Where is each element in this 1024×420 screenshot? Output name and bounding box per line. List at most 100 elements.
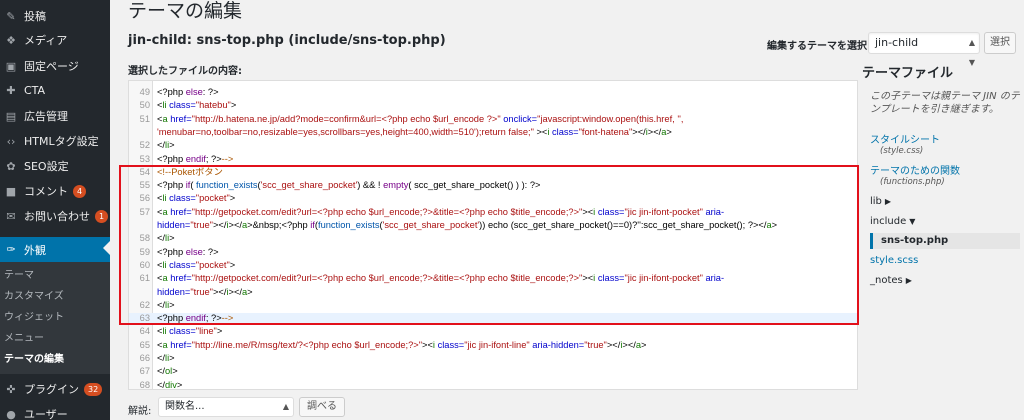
- code-token: ; ?>: [205, 153, 222, 164]
- code-line[interactable]: 57 <a href="http://getpocket.com/edit?ur…: [129, 206, 857, 218]
- code-line[interactable]: 54 <!--Poketボタン: [129, 166, 857, 178]
- submenu-item-customize[interactable]: カスタマイズ: [4, 289, 64, 305]
- sidebar-item-comments[interactable]: ■ コメント 4: [0, 179, 110, 203]
- code-token: : ?>: [202, 246, 219, 257]
- folder-notes[interactable]: _notes ▶: [870, 275, 912, 286]
- code-line[interactable]: 65 <a href="http://line.me/R/msg/text/?<…: [129, 340, 857, 351]
- code-line[interactable]: 55 <?php if( function_exists('scc_get_sh…: [129, 180, 857, 191]
- code-token: <?php: [157, 87, 186, 97]
- documentation-label: 解説:: [128, 406, 152, 417]
- submenu-item-theme-editor[interactable]: テーマの編集: [4, 352, 64, 368]
- sidebar-item-appearance[interactable]: ✑ 外観: [0, 237, 110, 262]
- sidebar-item-label: CTA: [24, 83, 46, 97]
- code-token: ></: [228, 220, 242, 230]
- code-token: </: [157, 353, 166, 363]
- mail-icon: ✉: [6, 209, 16, 223]
- child-theme-note: この子テーマは親テーマ JIN のテンプレートを引き継ぎます。: [870, 91, 1020, 115]
- code-token: ( scc_get_share_pocket() ) ): ?>: [408, 180, 541, 191]
- code-token: >: [169, 140, 175, 151]
- code-line[interactable]: 'menubar=no,toolbar=no,resizable=yes,scr…: [129, 126, 857, 138]
- code-line[interactable]: 61 <a href="http://getpocket.com/edit?ur…: [129, 273, 857, 284]
- code-line[interactable]: 58 </li>: [129, 233, 857, 244]
- code-text: <?php else: ?>: [157, 87, 219, 98]
- file-link-style-scss[interactable]: style.scss: [870, 255, 918, 266]
- code-token: >: [216, 326, 223, 337]
- select-button[interactable]: 選択: [984, 32, 1016, 54]
- code-token: ></: [647, 126, 662, 137]
- code-text: <li class="hatebu">: [157, 100, 236, 111]
- sidebar-item-media[interactable]: ❖ メディア: [0, 28, 110, 52]
- sidebar-item-html-tags[interactable]: ‹› HTMLタグ設定: [0, 129, 110, 153]
- code-line[interactable]: 68 </div>: [129, 380, 857, 389]
- code-token: >: [172, 366, 178, 377]
- folder-lib[interactable]: lib ▶: [870, 196, 891, 207]
- line-number: 67: [139, 366, 150, 377]
- code-icon: ‹›: [6, 134, 16, 148]
- sidebar-item-contact[interactable]: ✉ お問い合わせ 1: [0, 204, 110, 228]
- theme-select[interactable]: jin-child ▲ ▼: [868, 32, 980, 67]
- folder-include[interactable]: include ▼: [870, 216, 915, 227]
- sidebar-item-seo[interactable]: ✿ SEO設定: [0, 154, 110, 178]
- line-number: 66: [139, 353, 150, 363]
- code-line[interactable]: 51 <a href="http://b.hatena.ne.jp/add?mo…: [129, 114, 857, 125]
- code-token: >: [666, 126, 672, 137]
- code-line[interactable]: 66 </li>: [129, 353, 857, 364]
- line-number: 54: [139, 166, 150, 177]
- code-token: ) && !: [357, 180, 384, 191]
- sidebar-item-label: 外観: [24, 243, 46, 257]
- code-line[interactable]: 62 </li>: [129, 300, 857, 311]
- code-token: else: [185, 246, 203, 257]
- code-line[interactable]: 60 <li class="pocket">: [129, 259, 857, 271]
- sidebar-item-pages[interactable]: ▣ 固定ページ: [0, 54, 110, 78]
- code-line[interactable]: 63 <?php endif; ?>-->: [129, 313, 857, 325]
- code-line[interactable]: 56 <li class="pocket">: [129, 193, 857, 204]
- code-line[interactable]: 64 <li class="line">: [129, 326, 857, 337]
- code-line[interactable]: hidden="true"></i></a>&nbsp;<?php if(fun…: [129, 220, 857, 231]
- submenu-item-themes[interactable]: テーマ: [4, 268, 34, 284]
- theme-select-value: jin-child: [875, 36, 919, 49]
- sidebar-item-plugins[interactable]: ✜ プラグイン 32: [0, 377, 110, 401]
- file-content-label: 選択したファイルの内容:: [128, 66, 242, 77]
- code-token: class=: [166, 326, 196, 337]
- code-token: href=: [167, 206, 192, 217]
- code-line[interactable]: 59 <?php else: ?>: [129, 246, 857, 258]
- code-text: </li>: [157, 300, 175, 311]
- code-line[interactable]: 53 <?php endif; ?>-->: [129, 153, 857, 165]
- code-token: class=: [166, 259, 196, 270]
- code-token: "pocket": [195, 193, 230, 204]
- code-line[interactable]: 50 <li class="hatebu">: [129, 100, 857, 111]
- code-text: <li class="pocket">: [157, 193, 235, 204]
- code-token: >: [229, 193, 236, 204]
- code-token: )) echo (scc_get_share_pocket()==0)?'':s…: [479, 220, 767, 230]
- submenu-item-widgets[interactable]: ウィジェット: [4, 310, 64, 326]
- code-text: <a href="http://line.me/R/msg/text/?<?ph…: [157, 340, 646, 351]
- code-line[interactable]: hidden="true"></i></a>: [129, 286, 857, 298]
- code-token: class=: [434, 339, 465, 350]
- plus-icon: ✚: [6, 83, 16, 97]
- code-token: -->: [221, 153, 234, 164]
- page-icon: ▣: [5, 59, 17, 73]
- code-token: "http://getpocket.com/edit?url=<?php ech…: [191, 206, 583, 217]
- code-editor[interactable]: 49 <?php else: ?> 50 <li class="hatebu"> 5…: [128, 80, 858, 390]
- sidebar-item-cta[interactable]: ✚ CTA: [0, 78, 110, 102]
- code-token: ></: [212, 286, 227, 297]
- file-link-functions[interactable]: テーマのための関数: [870, 162, 960, 177]
- file-link-stylesheet[interactable]: スタイルシート: [870, 131, 940, 146]
- lookup-button[interactable]: 調べる: [299, 397, 345, 417]
- code-line[interactable]: 49 <?php else: ?>: [129, 87, 857, 98]
- code-token: ></: [622, 339, 636, 350]
- sidebar-item-users[interactable]: ● ユーザー: [0, 402, 110, 420]
- code-line[interactable]: 67 </ol>: [129, 366, 857, 377]
- code-token: </: [157, 233, 166, 244]
- function-lookup-select[interactable]: 関数名... ▲▼: [158, 397, 294, 417]
- select-arrows-icon: ▲▼: [968, 38, 975, 67]
- file-current-sns-top[interactable]: sns-top.php: [870, 233, 1020, 249]
- file-sub-style-css: (style.css): [880, 146, 924, 156]
- sidebar-item-posts[interactable]: ✎ 投稿: [0, 4, 110, 28]
- code-token: ><: [582, 273, 594, 284]
- submenu-item-menus[interactable]: メニュー: [4, 331, 44, 347]
- code-line[interactable]: 52 </li>: [129, 140, 857, 151]
- code-text: <!--Poketボタン: [157, 167, 223, 178]
- sidebar-item-ads[interactable]: ▤ 広告管理: [0, 104, 110, 128]
- code-token: "line": [195, 326, 217, 337]
